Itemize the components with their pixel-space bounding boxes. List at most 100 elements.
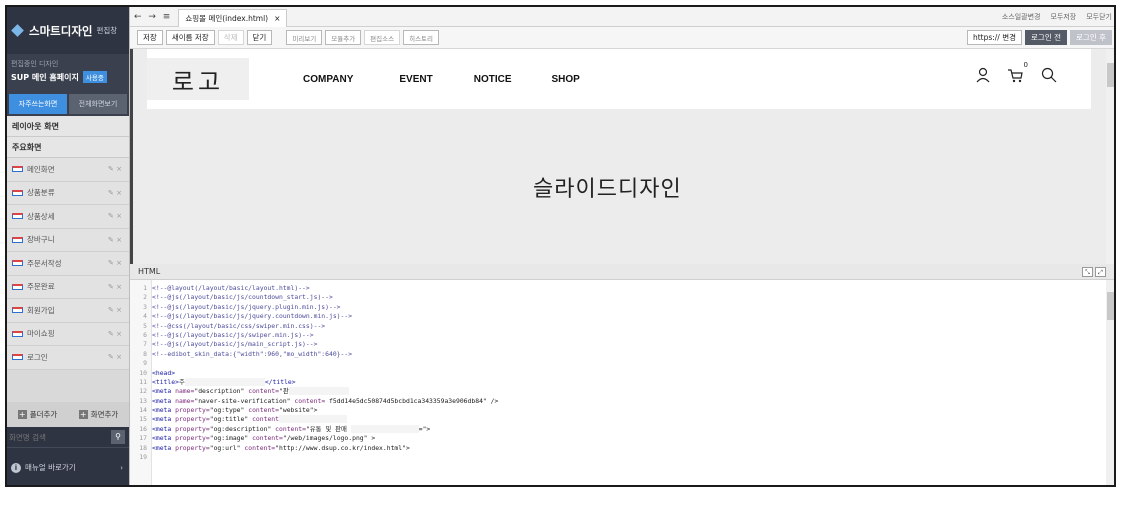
add-module-button[interactable]: 모듈추가 xyxy=(325,30,362,45)
code-line: 18 <meta property="og:url" content="http:… xyxy=(130,444,1090,453)
page-search-input[interactable] xyxy=(7,427,107,447)
code-token: <!--@js(/layout/basic/js/jquery.countdow… xyxy=(152,312,353,321)
https-change-button[interactable]: https:// 변경 xyxy=(966,30,1023,45)
page-edit-delete-icons[interactable]: ✎ × xyxy=(108,330,122,338)
code-text: <meta property="og:type" content="websit… xyxy=(150,406,317,415)
add-folder-button[interactable]: + 폴더추가 xyxy=(17,409,58,420)
delete-button[interactable]: 삭제 xyxy=(217,30,244,45)
line-number: 13 xyxy=(139,396,147,405)
save-button[interactable]: 저장 xyxy=(137,30,163,45)
line-number: 5 xyxy=(143,321,147,330)
code-line: 14 <meta property="og:type" content="webs… xyxy=(130,406,1090,415)
code-lines: 1 <!--@layout(/layout/basic/layout.html)-… xyxy=(130,284,1090,462)
sidebar-page-label: 상품상세 xyxy=(27,211,55,221)
page-edit-delete-icons[interactable]: ✎ × xyxy=(108,236,122,244)
code-text: <!--@js(/layout/basic/js/main_script.js)… xyxy=(150,340,317,349)
tab-all-screens[interactable]: 전체화면보기 xyxy=(69,94,127,114)
sidebar-page-item[interactable]: 상품상세 ✎ × xyxy=(7,205,129,229)
history-button[interactable]: 히스토리 xyxy=(403,30,440,45)
code-token: "http://www.dsup.co.kr/index.html"> xyxy=(275,443,410,452)
manual-shortcut[interactable]: i 매뉴얼 바로가기 › xyxy=(7,447,129,485)
editing-site-name: SUP 메인 홈페이지 사용중 xyxy=(11,71,125,83)
page-edit-delete-icons[interactable]: ✎ × xyxy=(108,353,122,361)
sidebar-page-item[interactable]: 메인화면 ✎ × xyxy=(7,158,129,182)
close-all-link[interactable]: 모두닫기 xyxy=(1086,12,1112,22)
code-token: "description" xyxy=(194,387,249,396)
nav-company[interactable]: COMPANY xyxy=(303,74,353,85)
code-text: <meta name="description" content="판 xyxy=(150,387,349,396)
sidebar-page-item[interactable]: 주문서작성 ✎ × xyxy=(7,252,129,276)
preview-scroll-thumb[interactable] xyxy=(1107,63,1114,87)
preview-button[interactable]: 미리보기 xyxy=(286,30,323,45)
code-scrollbar[interactable] xyxy=(1106,280,1114,485)
sidebar-page-label: 회원가입 xyxy=(27,305,55,315)
sidebar-page-item[interactable]: 장바구니 ✎ × xyxy=(7,228,129,252)
expand-icon[interactable]: ⤢ xyxy=(1095,266,1106,277)
tab-frequent-screens[interactable]: 자주쓰는화면 xyxy=(9,94,67,114)
code-token: content= xyxy=(248,406,279,415)
save-all-link[interactable]: 모두저장 xyxy=(1050,12,1076,22)
smart-design-editor-window: 스마트디자인 편집창 편집중인 디자인 SUP 메인 홈페이지 사용중 자주쓰는… xyxy=(5,5,1116,487)
before-login-button[interactable]: 로그인 전 xyxy=(1025,30,1068,45)
save-as-button[interactable]: 새이름 저장 xyxy=(165,30,215,45)
code-token: content xyxy=(252,415,279,424)
plus-icon: + xyxy=(78,410,88,419)
edit-source-button[interactable]: 편집소스 xyxy=(364,30,401,45)
sidebar-page-item[interactable]: 주문완료 ✎ × xyxy=(7,275,129,299)
nav-shop[interactable]: SHOP xyxy=(552,74,580,85)
sidebar-page-item[interactable]: 마이쇼핑 ✎ × xyxy=(7,322,129,346)
page-icon xyxy=(12,283,23,290)
code-token: <meta xyxy=(152,406,176,415)
nav-notice[interactable]: NOTICE xyxy=(474,74,512,85)
code-line: 4 <!--@js(/layout/basic/js/jquery.countdo… xyxy=(130,312,1090,321)
code-token: </title> xyxy=(264,377,296,386)
page-edit-delete-icons[interactable]: ✎ × xyxy=(108,283,122,291)
section-layout-screens[interactable]: 레이아웃 화면 xyxy=(7,116,129,137)
preview-scrollbar[interactable] xyxy=(1106,49,1114,264)
page-list: 메인화면 ✎ × 상품분류 ✎ × 상품상세 ✎ × 장바구니 ✎ × 주문서작성 ✎ × 주문완료… xyxy=(7,158,129,370)
html-code-editor[interactable]: 1 <!--@layout(/layout/basic/layout.html)-… xyxy=(130,280,1114,485)
sidebar-page-label: 주문완료 xyxy=(27,282,55,292)
code-token: property= xyxy=(175,443,210,452)
nav-event[interactable]: EVENT xyxy=(399,74,432,85)
document-tab[interactable]: 쇼핑몰 메인(index.html) × xyxy=(178,8,288,27)
sidebar-page-item[interactable]: 상품분류 ✎ × xyxy=(7,181,129,205)
page-edit-delete-icons[interactable]: ✎ × xyxy=(108,306,122,314)
code-token: property= xyxy=(175,415,210,424)
code-token: <meta xyxy=(152,415,176,424)
close-button[interactable]: 닫기 xyxy=(246,30,273,45)
in-use-badge: 사용중 xyxy=(82,71,107,83)
page-icon xyxy=(12,213,23,220)
section-main-screens: 주요화면 xyxy=(7,137,129,158)
sidebar-page-item[interactable]: 로그인 ✎ × xyxy=(7,346,129,370)
cart-button[interactable]: 0 xyxy=(1007,61,1028,83)
page-edit-delete-icons[interactable]: ✎ × xyxy=(108,165,122,173)
page-edit-delete-icons[interactable]: ✎ × xyxy=(108,259,122,267)
code-panel-header: HTML ⤡ ⤢ xyxy=(130,264,1114,280)
page-edit-delete-icons[interactable]: ✎ × xyxy=(108,212,122,220)
user-icon[interactable] xyxy=(975,67,991,83)
search-icon[interactable] xyxy=(1041,67,1057,83)
code-line: 12 <meta name="description" content="판 xyxy=(130,387,1090,396)
line-number: 2 xyxy=(143,293,147,302)
add-folder-label: 폴더추가 xyxy=(29,410,58,419)
after-login-button[interactable]: 로그인 후 xyxy=(1070,30,1112,45)
bulk-source-change-link[interactable]: 소스일괄변경 xyxy=(1002,12,1041,22)
site-logo[interactable]: 로고 xyxy=(147,58,249,100)
code-scroll-thumb[interactable] xyxy=(1107,292,1114,320)
code-text: <title>주 </title> xyxy=(150,377,296,387)
close-icon[interactable]: × xyxy=(274,14,280,23)
page-edit-delete-icons[interactable]: ✎ × xyxy=(108,189,122,197)
toolbar-right-group: https:// 변경 로그인 전 로그인 후 xyxy=(966,30,1114,45)
search-icon[interactable]: ⚲ xyxy=(111,430,125,444)
tab-navigation-icons[interactable]: ← → ≡ xyxy=(130,12,172,22)
code-token: content= xyxy=(294,396,326,405)
code-token: <!--@css(/layout/basic/css/swiper.min.cs… xyxy=(152,321,326,330)
collapse-icon[interactable]: ⤡ xyxy=(1082,266,1093,277)
code-token: <!--edibot_skin_data:{"width":960,"mo_wi… xyxy=(152,349,353,358)
add-page-button[interactable]: + 화면추가 xyxy=(78,409,118,420)
sidebar-page-item[interactable]: 회원가입 ✎ × xyxy=(7,299,129,323)
design-preview: 로고 COMPANY EVENT NOTICE SHOP 0 슬라이드디자인 xyxy=(130,49,1114,264)
code-text: <meta property="og:description" content=… xyxy=(150,424,430,434)
